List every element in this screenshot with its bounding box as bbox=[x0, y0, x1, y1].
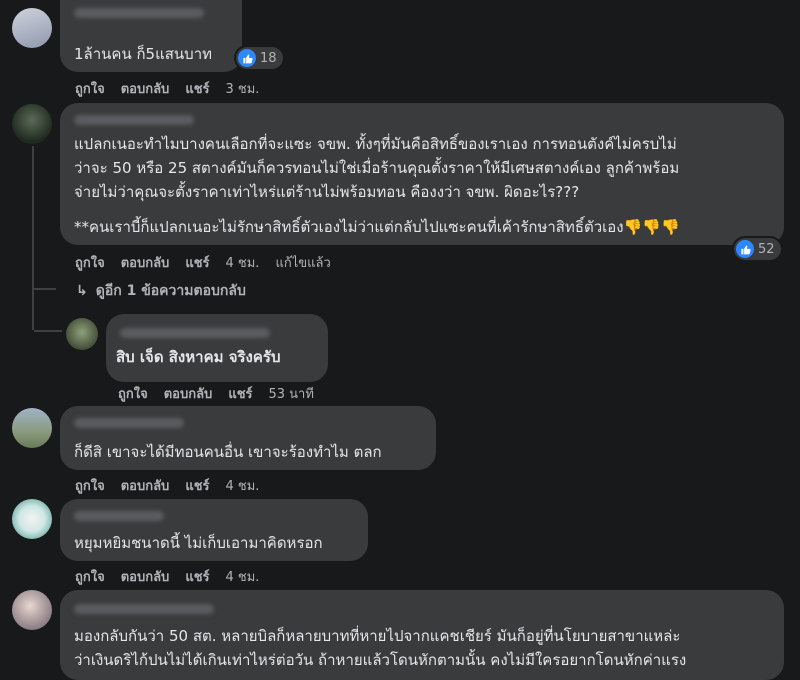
share-button[interactable]: แชร์ bbox=[228, 383, 252, 404]
thumbs-up-icon bbox=[736, 240, 754, 258]
reaction-count: 52 bbox=[758, 241, 775, 257]
comment-1: 1ล้านคน ก็5แสนบาท 18 ถูกใจ ตอบกลับ แชร์ … bbox=[0, 0, 800, 100]
comment-bubble: แปลกเนอะทำไมบางคนเลือกที่จะแซะ จขพ. ทั้ง… bbox=[60, 103, 784, 245]
avatar[interactable] bbox=[12, 408, 52, 448]
commenter-name[interactable] bbox=[74, 604, 214, 614]
share-button[interactable]: แชร์ bbox=[185, 475, 209, 496]
comment-text-line: มองกลับกันว่า 50 สต. หลายบิลก็หลายบาทที่… bbox=[74, 627, 681, 645]
share-button[interactable]: แชร์ bbox=[185, 252, 209, 273]
comment-text: หยุมหยิมชนาดนี้ ไม่เก็บเอามาคิดหรอก bbox=[74, 534, 323, 552]
reaction-summary[interactable]: 18 bbox=[236, 47, 283, 69]
comment-text: 1ล้านคน ก็5แสนบาท bbox=[74, 45, 213, 63]
comment-actions: ถูกใจ ตอบกลับ แชร์ 4 ชม. bbox=[75, 475, 275, 496]
like-button[interactable]: ถูกใจ bbox=[118, 383, 148, 404]
timestamp[interactable]: 4 ชม. bbox=[226, 475, 260, 496]
timestamp[interactable]: 4 ชม. bbox=[226, 252, 260, 273]
comment-bubble: หยุมหยิมชนาดนี้ ไม่เก็บเอามาคิดหรอก bbox=[60, 499, 368, 561]
share-button[interactable]: แชร์ bbox=[185, 78, 209, 99]
comment-actions: ถูกใจ ตอบกลับ แชร์ 4 ชม. bbox=[75, 566, 275, 587]
comment-text: สิบ เจ็ด สิงหาคม จริงครับ bbox=[116, 348, 281, 366]
commenter-name[interactable] bbox=[74, 8, 204, 18]
comment-3: ก็ดีสิ เขาจะได้มีทอนคนอื่น เขาจะร้องทำไม… bbox=[0, 403, 800, 498]
comment-bubble: สิบ เจ็ด สิงหาคม จริงครับ bbox=[106, 314, 328, 382]
commenter-name[interactable] bbox=[74, 511, 164, 521]
like-button[interactable]: ถูกใจ bbox=[75, 475, 105, 496]
comment-text-line: แปลกเนอะทำไมบางคนเลือกที่จะแซะ จขพ. ทั้ง… bbox=[74, 135, 677, 153]
reply-button[interactable]: ตอบกลับ bbox=[121, 78, 170, 99]
reaction-summary[interactable]: 52 bbox=[734, 238, 781, 260]
view-more-replies-label: ดูอีก 1 ข้อความตอบกลับ bbox=[95, 283, 246, 299]
edited-label: แก้ไขแล้ว bbox=[275, 256, 331, 271]
reply-comment: สิบ เจ็ด สิงหาคม จริงครับ ถูกใจ ตอบกลับ … bbox=[0, 312, 800, 406]
comment-text-line: **คนเราบี้ก็แปลกเนอะไม่รักษาสิทธิ์ตัวเอง… bbox=[74, 215, 680, 239]
comment-4: หยุมหยิมชนาดนี้ ไม่เก็บเอามาคิดหรอก ถูกใ… bbox=[0, 495, 800, 590]
like-button[interactable]: ถูกใจ bbox=[75, 78, 105, 99]
reply-button[interactable]: ตอบกลับ bbox=[121, 566, 170, 587]
comment-text: ก็ดีสิ เขาจะได้มีทอนคนอื่น เขาจะร้องทำไม… bbox=[74, 443, 382, 461]
reply-arrow-icon: ↳ bbox=[76, 283, 88, 299]
avatar[interactable] bbox=[12, 499, 52, 539]
comment-text-line: ว่าจะ 50 หรือ 25 สตางค์มันก็ควรทอนไม่ใช่… bbox=[74, 159, 680, 177]
reply-button[interactable]: ตอบกลับ bbox=[121, 252, 170, 273]
reply-button[interactable]: ตอบกลับ bbox=[121, 475, 170, 496]
avatar[interactable] bbox=[12, 8, 52, 48]
comment-text-line: จ่ายไม่ว่าคุณจะตั้งราคาเท่าไหร่แต่ร้านไม… bbox=[74, 183, 580, 201]
commenter-name[interactable] bbox=[120, 328, 270, 338]
thumbs-up-icon bbox=[238, 49, 256, 67]
comment-2: แปลกเนอะทำไมบางคนเลือกที่จะแซะ จขพ. ทั้ง… bbox=[0, 100, 800, 330]
timestamp[interactable]: 53 นาที bbox=[269, 383, 314, 404]
thread-connector bbox=[32, 288, 56, 290]
comment-actions: ถูกใจ ตอบกลับ แชร์ 3 ชม. bbox=[75, 78, 275, 99]
comment-bubble: ก็ดีสิ เขาจะได้มีทอนคนอื่น เขาจะร้องทำไม… bbox=[60, 406, 436, 470]
avatar[interactable] bbox=[66, 318, 98, 350]
thread-connector bbox=[32, 146, 34, 330]
comment-actions: ถูกใจ ตอบกลับ แชร์ 4 ชม. แก้ไขแล้ว bbox=[75, 252, 347, 273]
thumbs-down-emoji: 👎👎👎 bbox=[623, 218, 680, 236]
comment-text: **คนเราบี้ก็แปลกเนอะไม่รักษาสิทธิ์ตัวเอง… bbox=[74, 218, 624, 236]
reaction-count: 18 bbox=[260, 50, 277, 66]
timestamp[interactable]: 4 ชม. bbox=[226, 566, 260, 587]
comment-5: มองกลับกันว่า 50 สต. หลายบิลก็หลายบาทที่… bbox=[0, 588, 800, 680]
view-more-replies[interactable]: ↳ ดูอีก 1 ข้อความตอบกลับ bbox=[76, 280, 246, 302]
like-button[interactable]: ถูกใจ bbox=[75, 566, 105, 587]
comment-actions: ถูกใจ ตอบกลับ แชร์ 53 นาที bbox=[118, 383, 330, 404]
comment-bubble: 1ล้านคน ก็5แสนบาท bbox=[60, 0, 242, 72]
reply-button[interactable]: ตอบกลับ bbox=[164, 383, 213, 404]
timestamp[interactable]: 3 ชม. bbox=[226, 78, 260, 99]
commenter-name[interactable] bbox=[74, 418, 184, 428]
avatar[interactable] bbox=[12, 104, 52, 144]
share-button[interactable]: แชร์ bbox=[185, 566, 209, 587]
comment-text-line: ว่าเงินดริไก้ปนไม่ได้เกินเท่าไหร่ต่อวัน … bbox=[74, 651, 687, 669]
like-button[interactable]: ถูกใจ bbox=[75, 252, 105, 273]
commenter-name[interactable] bbox=[74, 115, 194, 125]
thread-connector bbox=[34, 330, 62, 332]
thread-connector bbox=[32, 312, 34, 330]
avatar[interactable] bbox=[12, 590, 52, 630]
